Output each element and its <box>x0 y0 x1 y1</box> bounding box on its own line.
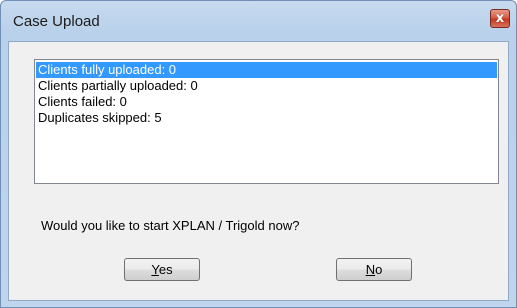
list-item-failed[interactable]: Clients failed: 0 <box>36 94 497 110</box>
close-icon: x <box>495 11 505 26</box>
title-bar[interactable]: Case Upload x <box>1 1 516 41</box>
no-label-rest: o <box>375 262 383 277</box>
list-item-duplicates-skipped[interactable]: Duplicates skipped: 5 <box>36 110 497 126</box>
prompt-text: Would you like to start XPLAN / Trigold … <box>41 218 300 233</box>
list-item-partially-uploaded[interactable]: Clients partially uploaded: 0 <box>36 78 497 94</box>
no-mnemonic: N <box>365 262 376 277</box>
yes-mnemonic: Y <box>151 262 159 277</box>
list-item-fully-uploaded[interactable]: Clients fully uploaded: 0 <box>36 62 497 78</box>
no-button[interactable]: No <box>336 258 412 281</box>
close-button[interactable]: x <box>490 9 510 28</box>
dialog-body: Clients fully uploaded: 0 Clients partia… <box>8 41 509 301</box>
window-title: Case Upload <box>13 13 100 30</box>
results-listbox[interactable]: Clients fully uploaded: 0 Clients partia… <box>34 59 499 184</box>
dialog-window: Case Upload x Clients fully uploaded: 0 … <box>0 0 517 308</box>
yes-button[interactable]: Yes <box>124 258 200 281</box>
yes-label-rest: es <box>158 262 173 277</box>
